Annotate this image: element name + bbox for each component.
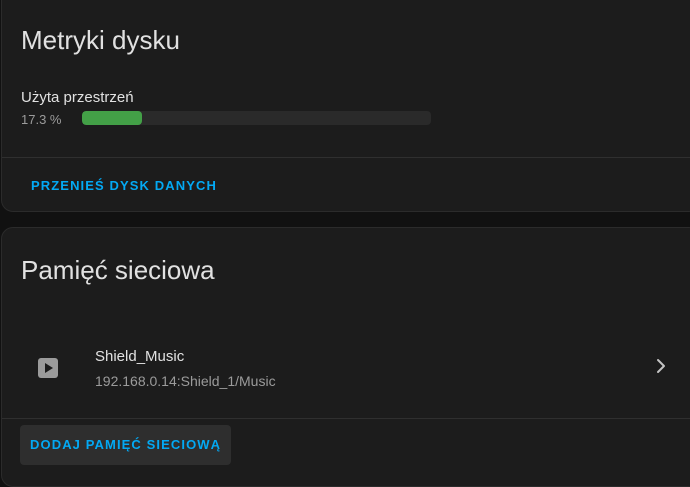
used-space-label: Użyta przestrzeń <box>21 89 134 106</box>
add-network-storage-button[interactable]: DODAJ PAMIĘĆ SIECIOWĄ <box>20 425 232 465</box>
used-space-percent: 17.3 % <box>21 112 62 127</box>
network-storage-card: Pamięć sieciowa Shield_Music 192.168.0.1… <box>1 227 690 487</box>
disk-card-divider <box>2 157 690 158</box>
play-icon <box>38 358 58 378</box>
network-card-divider <box>2 418 690 419</box>
network-storage-title: Pamięć sieciowa <box>21 255 215 285</box>
network-storage-path: 192.168.0.14:Shield_1/Music <box>95 373 276 389</box>
chevron-right-icon[interactable] <box>653 358 669 374</box>
used-space-progress-bar <box>82 111 431 125</box>
used-space-progress-fill <box>82 111 143 125</box>
disk-metrics-title: Metryki dysku <box>21 25 180 55</box>
network-storage-item[interactable]: Shield_Music 192.168.0.14:Shield_1/Music <box>2 328 690 406</box>
network-storage-name: Shield_Music <box>95 348 185 365</box>
move-data-disk-button[interactable]: PRZENIEŚ DYSK DANYCH <box>21 166 227 206</box>
disk-metrics-card: Metryki dysku Użyta przestrzeń 17.3 % PR… <box>1 0 690 212</box>
